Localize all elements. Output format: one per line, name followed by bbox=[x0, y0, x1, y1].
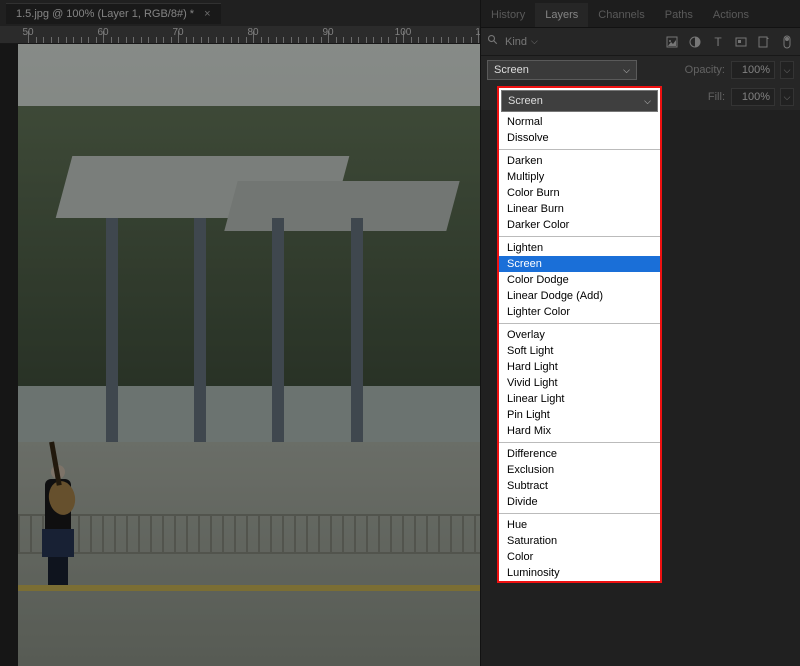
panel-tab-history[interactable]: History bbox=[481, 3, 535, 27]
blend-mode-option[interactable]: Overlay bbox=[499, 327, 660, 343]
filter-pixel-icon[interactable] bbox=[665, 35, 679, 49]
layer-filter-icons: T bbox=[665, 35, 794, 49]
ruler-tick-label: 80 bbox=[247, 27, 258, 38]
blend-mode-option[interactable]: Soft Light bbox=[499, 343, 660, 359]
ruler-tick-label: 70 bbox=[172, 27, 183, 38]
blend-mode-option[interactable]: Linear Light bbox=[499, 391, 660, 407]
blend-mode-dropdown-trigger[interactable]: Screen ⌵ bbox=[501, 90, 658, 112]
blend-mode-option[interactable]: Dissolve bbox=[499, 130, 660, 146]
ruler-tick-label: 50 bbox=[22, 27, 33, 38]
filter-type-icon[interactable]: T bbox=[711, 35, 725, 49]
panel-tab-bar: HistoryLayersChannelsPathsActions bbox=[481, 0, 800, 28]
blend-mode-list: NormalDissolveDarkenMultiplyColor BurnLi… bbox=[499, 114, 660, 581]
blend-mode-option[interactable]: Vivid Light bbox=[499, 375, 660, 391]
ruler-tick-label: 90 bbox=[322, 27, 333, 38]
blend-mode-option[interactable]: Divide bbox=[499, 494, 660, 510]
panel-tab-layers[interactable]: Layers bbox=[535, 3, 588, 27]
blend-mode-option[interactable]: Darken bbox=[499, 153, 660, 169]
blend-opacity-row: Screen ⌵ Opacity: 100% ⌵ bbox=[481, 56, 800, 84]
blend-mode-current: Screen bbox=[494, 64, 529, 76]
horizontal-ruler: 50607080901001 bbox=[0, 26, 480, 44]
dropdown-separator bbox=[499, 149, 660, 150]
blend-mode-option[interactable]: Exclusion bbox=[499, 462, 660, 478]
blend-mode-option[interactable]: Hard Mix bbox=[499, 423, 660, 439]
panel-tab-actions[interactable]: Actions bbox=[703, 3, 759, 27]
blend-mode-option[interactable]: Color Dodge bbox=[499, 272, 660, 288]
chevron-down-icon: ⌵ bbox=[531, 36, 538, 47]
blend-mode-option[interactable]: Multiply bbox=[499, 169, 660, 185]
canvas-area[interactable] bbox=[0, 44, 480, 666]
opacity-label: Opacity: bbox=[685, 64, 725, 76]
layer-filter-label: Kind bbox=[505, 36, 527, 48]
dropdown-separator bbox=[499, 236, 660, 237]
blend-mode-option[interactable]: Luminosity bbox=[499, 565, 660, 581]
panel-tab-channels[interactable]: Channels bbox=[588, 3, 654, 27]
panel-tab-paths[interactable]: Paths bbox=[655, 3, 703, 27]
blend-mode-dropdown: Screen ⌵ NormalDissolveDarkenMultiplyCol… bbox=[497, 86, 662, 583]
blend-mode-select[interactable]: Screen ⌵ bbox=[487, 60, 637, 80]
chevron-down-icon: ⌵ bbox=[623, 65, 630, 76]
dropdown-separator bbox=[499, 442, 660, 443]
document-title: 1.5.jpg @ 100% (Layer 1, RGB/8#) * bbox=[16, 8, 194, 20]
blend-mode-option[interactable]: Color Burn bbox=[499, 185, 660, 201]
document-tab[interactable]: 1.5.jpg @ 100% (Layer 1, RGB/8#) * × bbox=[6, 3, 221, 24]
filter-smartobject-icon[interactable] bbox=[757, 35, 771, 49]
blend-mode-option[interactable]: Normal bbox=[499, 114, 660, 130]
layer-filter-row: Kind ⌵ T bbox=[481, 28, 800, 56]
blend-mode-option[interactable]: Darker Color bbox=[499, 217, 660, 233]
search-icon[interactable] bbox=[487, 34, 499, 49]
close-icon[interactable]: × bbox=[204, 8, 210, 20]
filter-adjustment-icon[interactable] bbox=[688, 35, 702, 49]
blend-mode-option[interactable]: Linear Burn bbox=[499, 201, 660, 217]
ruler-tick-label: 100 bbox=[395, 27, 412, 38]
fill-input[interactable]: 100% bbox=[731, 88, 775, 106]
blend-mode-option[interactable]: Subtract bbox=[499, 478, 660, 494]
dropdown-separator bbox=[499, 323, 660, 324]
blend-mode-option[interactable]: Hue bbox=[499, 517, 660, 533]
opacity-stepper[interactable]: ⌵ bbox=[780, 61, 794, 79]
blend-mode-option[interactable]: Screen bbox=[499, 256, 660, 272]
filter-shape-icon[interactable] bbox=[734, 35, 748, 49]
document-image bbox=[18, 44, 480, 666]
opacity-input[interactable]: 100% bbox=[731, 61, 775, 79]
filter-toggle-icon[interactable] bbox=[780, 35, 794, 49]
chevron-down-icon: ⌵ bbox=[644, 96, 651, 107]
fill-label: Fill: bbox=[708, 91, 725, 103]
blend-mode-option[interactable]: Linear Dodge (Add) bbox=[499, 288, 660, 304]
blend-mode-option[interactable]: Hard Light bbox=[499, 359, 660, 375]
ruler-tick-label: 60 bbox=[97, 27, 108, 38]
blend-mode-option[interactable]: Difference bbox=[499, 446, 660, 462]
layer-filter-kind[interactable]: Kind ⌵ bbox=[505, 36, 538, 48]
fill-stepper[interactable]: ⌵ bbox=[780, 88, 794, 106]
blend-mode-option[interactable]: Lighter Color bbox=[499, 304, 660, 320]
dropdown-separator bbox=[499, 513, 660, 514]
blend-mode-option[interactable]: Color bbox=[499, 549, 660, 565]
blend-mode-option[interactable]: Pin Light bbox=[499, 407, 660, 423]
blend-mode-option[interactable]: Lighten bbox=[499, 240, 660, 256]
blend-mode-option[interactable]: Saturation bbox=[499, 533, 660, 549]
